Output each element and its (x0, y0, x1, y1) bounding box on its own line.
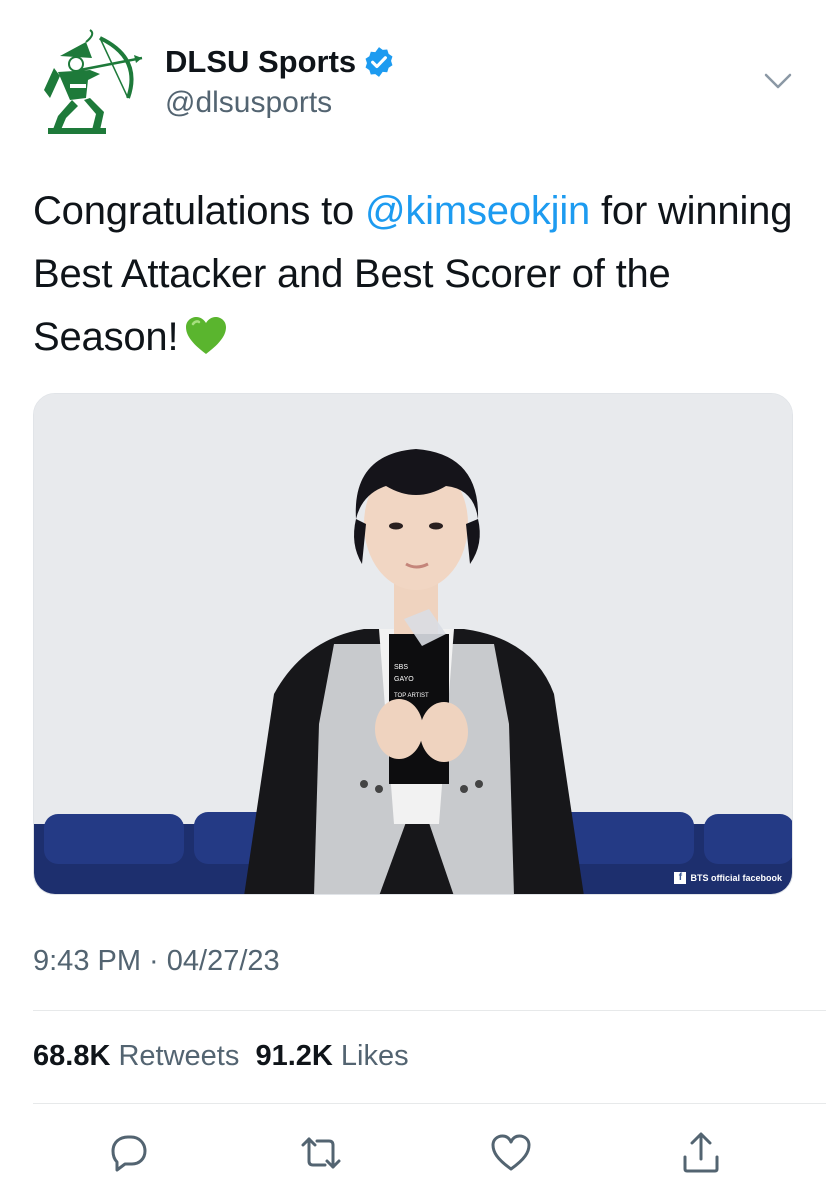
retweets-count: 68.8K (33, 1040, 111, 1072)
divider (33, 1103, 826, 1104)
tweet-photo[interactable]: SBS GAYO TOP ARTIST f BTS official faceb… (33, 393, 793, 895)
photo-illustration: SBS GAYO TOP ARTIST (34, 394, 792, 894)
tweet-timestamp[interactable]: 9:43 PM · 04/27/23 (33, 945, 280, 978)
award-line-3: TOP ARTIST (394, 693, 429, 699)
tweet-header: DLSU Sports @dlsusports (0, 0, 826, 150)
retweets-label: Retweets (118, 1040, 240, 1072)
likes-stat[interactable]: 91.2K Likes (255, 1040, 408, 1072)
likes-label: Likes (340, 1040, 409, 1072)
watermark-text: BTS official facebook (690, 873, 782, 883)
award-line-1: SBS (394, 664, 408, 671)
tweet-text-before: Congratulations to (33, 189, 365, 233)
verified-badge-icon (365, 47, 393, 77)
avatar[interactable] (30, 28, 150, 138)
tweet-actions (0, 1125, 826, 1185)
facebook-icon: f (674, 872, 687, 884)
tweet-stats: 68.8K Retweets 91.2K Likes (33, 1040, 409, 1073)
green-heart-icon (186, 317, 227, 354)
author-name-row[interactable]: DLSU Sports (165, 44, 396, 80)
author-name[interactable]: DLSU Sports (165, 44, 356, 80)
mention-link[interactable]: @kimseokjin (365, 189, 590, 233)
green-archer-logo-icon (44, 29, 143, 134)
chevron-down-icon[interactable] (762, 70, 794, 92)
like-icon[interactable] (487, 1129, 535, 1177)
photo-watermark: f BTS official facebook (674, 872, 782, 884)
award-line-2: GAYO (394, 676, 414, 683)
author-handle[interactable]: @dlsusports (165, 86, 332, 120)
divider (33, 1010, 826, 1011)
retweet-icon[interactable] (297, 1129, 345, 1177)
retweets-stat[interactable]: 68.8K Retweets (33, 1040, 239, 1072)
tweet-text: Congratulations to @kimseokjin for winni… (33, 180, 803, 369)
likes-count: 91.2K (255, 1040, 333, 1072)
reply-icon[interactable] (105, 1129, 153, 1177)
share-icon[interactable] (677, 1129, 725, 1177)
